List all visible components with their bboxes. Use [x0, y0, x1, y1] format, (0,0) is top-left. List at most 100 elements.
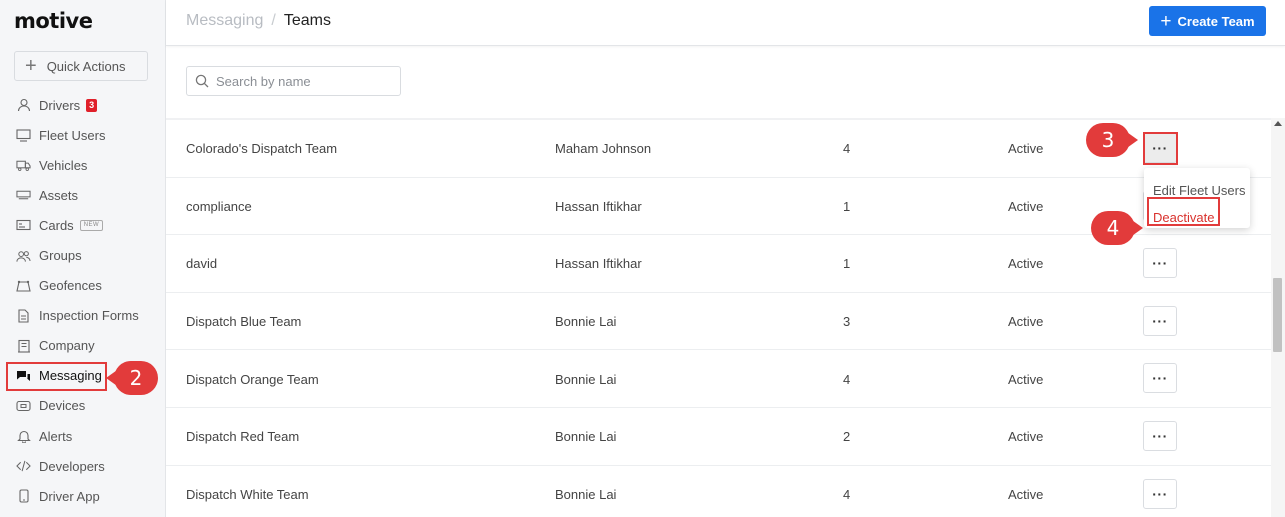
step-3-callout: 3: [1086, 123, 1138, 157]
quick-actions-label: Quick Actions: [46, 58, 126, 74]
table-row[interactable]: Dispatch White Team Bonnie Lai 4 Active ···: [166, 466, 1271, 517]
quick-actions-button[interactable]: + Quick Actions: [14, 51, 148, 81]
device-icon: [16, 398, 31, 413]
search-input[interactable]: [216, 73, 396, 89]
member-count-cell: 2: [843, 429, 851, 445]
team-owner-cell: Bonnie Lai: [555, 429, 617, 445]
sidebar-nav: Drivers 3 Fleet Users Vehicles Assets Cards NE…: [0, 90, 166, 511]
bell-icon: [16, 429, 31, 444]
phone-icon: [16, 489, 31, 504]
sidebar-item-label: Fleet Users: [39, 127, 106, 143]
team-owner-cell: Bonnie Lai: [555, 486, 617, 502]
sidebar-item-fleet-users[interactable]: Fleet Users: [0, 120, 166, 150]
more-actions-button[interactable]: ···: [1143, 305, 1177, 336]
sidebar-item-cards[interactable]: Cards NEW: [0, 210, 166, 240]
sidebar-item-label: Messaging: [39, 368, 102, 384]
document-icon: [16, 308, 31, 323]
sidebar-item-label: Devices: [39, 398, 86, 414]
member-count-cell: 4: [843, 371, 851, 387]
geofence-icon: [16, 278, 31, 293]
sidebar-item-alerts[interactable]: Alerts: [0, 421, 166, 451]
status-cell: Active: [1008, 256, 1044, 272]
more-actions-button[interactable]: ···: [1143, 421, 1177, 451]
new-tag: NEW: [79, 219, 104, 231]
page-header: Messaging / Teams + Create Team: [166, 0, 1285, 46]
step-2-callout: 2: [106, 361, 158, 395]
breadcrumb: Messaging / Teams: [186, 12, 331, 30]
more-actions-button[interactable]: ···: [1143, 133, 1177, 163]
count-badge: 3: [86, 98, 98, 112]
building-icon: [16, 338, 31, 353]
status-cell: Active: [1008, 371, 1044, 387]
status-cell: Active: [1008, 486, 1044, 502]
sidebar-item-label: Drivers: [39, 97, 81, 113]
sidebar-item-assets[interactable]: Assets: [0, 180, 166, 210]
app-root: motive + Quick Actions Drivers 3 Fleet Use…: [0, 0, 1285, 517]
create-team-button[interactable]: + Create Team: [1149, 6, 1266, 36]
sidebar-item-label: Assets: [39, 187, 79, 203]
monitor-icon: [16, 128, 31, 143]
sidebar-item-label: Vehicles: [39, 157, 88, 173]
sidebar: motive + Quick Actions Drivers 3 Fleet Use…: [0, 0, 166, 517]
team-name-cell: Dispatch Red Team: [186, 429, 300, 445]
scrollbar-thumb[interactable]: [1273, 278, 1282, 352]
more-actions-button[interactable]: ···: [1143, 478, 1177, 509]
member-count-cell: 4: [843, 141, 851, 157]
team-owner-cell: Hassan Iftikhar: [555, 256, 642, 272]
motive-logo[interactable]: motive: [14, 9, 93, 33]
team-name-cell: Dispatch Orange Team: [186, 371, 319, 387]
more-actions-button[interactable]: ···: [1143, 363, 1177, 394]
more-actions-button[interactable]: ···: [1143, 248, 1177, 279]
chat-icon: [16, 368, 31, 383]
scroll-up-arrow-icon[interactable]: [1274, 121, 1282, 126]
truck-icon: [16, 158, 31, 173]
team-owner-cell: Bonnie Lai: [555, 371, 617, 387]
plus-icon: +: [1160, 10, 1172, 32]
plus-icon: +: [25, 55, 37, 77]
table-row[interactable]: Dispatch Orange Team Bonnie Lai 4 Active ···: [166, 350, 1271, 408]
table-row[interactable]: Dispatch Red Team Bonnie Lai 2 Active ···: [166, 408, 1271, 466]
step-4-callout: 4: [1091, 211, 1143, 245]
sidebar-item-label: Geofences: [39, 278, 102, 294]
sidebar-item-groups[interactable]: Groups: [0, 240, 166, 270]
sidebar-item-developers[interactable]: Developers: [0, 451, 166, 481]
person-icon: [16, 98, 31, 113]
member-count-cell: 1: [843, 198, 851, 214]
search-box: [186, 66, 401, 96]
sidebar-item-driver-app[interactable]: Driver App: [0, 481, 166, 511]
teams-table: Colorado's Dispatch Team Maham Johnson 4 Ac…: [166, 118, 1271, 517]
sidebar-item-inspection-forms[interactable]: Inspection Forms: [0, 301, 166, 331]
sidebar-item-geofences[interactable]: Geofences: [0, 271, 166, 301]
team-name-cell: Colorado's Dispatch Team: [186, 141, 338, 157]
step-3-number: 3: [1086, 123, 1130, 157]
trailer-icon: [16, 188, 31, 203]
group-icon: [16, 248, 31, 263]
row-actions-menu: Edit Fleet Users Deactivate: [1144, 168, 1250, 228]
status-cell: Active: [1008, 141, 1044, 157]
table-row[interactable]: Dispatch Blue Team Bonnie Lai 3 Active ···: [166, 293, 1271, 351]
deactivate-option[interactable]: Deactivate: [1144, 204, 1250, 231]
sidebar-item-label: Developers: [39, 458, 105, 474]
status-cell: Active: [1008, 314, 1044, 330]
team-name-cell: compliance: [186, 198, 252, 214]
breadcrumb-messaging[interactable]: Messaging: [186, 12, 263, 30]
sidebar-item-vehicles[interactable]: Vehicles: [0, 150, 166, 180]
sidebar-item-label: Company: [39, 338, 95, 354]
step-2-number: 2: [114, 361, 158, 395]
sidebar-item-label: Alerts: [39, 428, 73, 444]
status-cell: Active: [1008, 429, 1044, 445]
team-owner-cell: Hassan Iftikhar: [555, 198, 642, 214]
sidebar-item-company[interactable]: Company: [0, 331, 166, 361]
edit-fleet-users-option[interactable]: Edit Fleet Users: [1144, 177, 1250, 204]
team-owner-cell: Maham Johnson: [555, 141, 652, 157]
create-team-label: Create Team: [1177, 13, 1255, 29]
sidebar-item-label: Groups: [39, 248, 82, 264]
member-count-cell: 3: [843, 314, 851, 330]
code-icon: [16, 459, 31, 474]
team-name-cell: david: [186, 256, 218, 272]
sidebar-item-drivers[interactable]: Drivers 3: [0, 90, 166, 120]
sidebar-item-devices[interactable]: Devices: [0, 391, 166, 421]
team-owner-cell: Bonnie Lai: [555, 314, 617, 330]
breadcrumb-separator: /: [271, 12, 276, 29]
member-count-cell: 1: [843, 256, 851, 272]
